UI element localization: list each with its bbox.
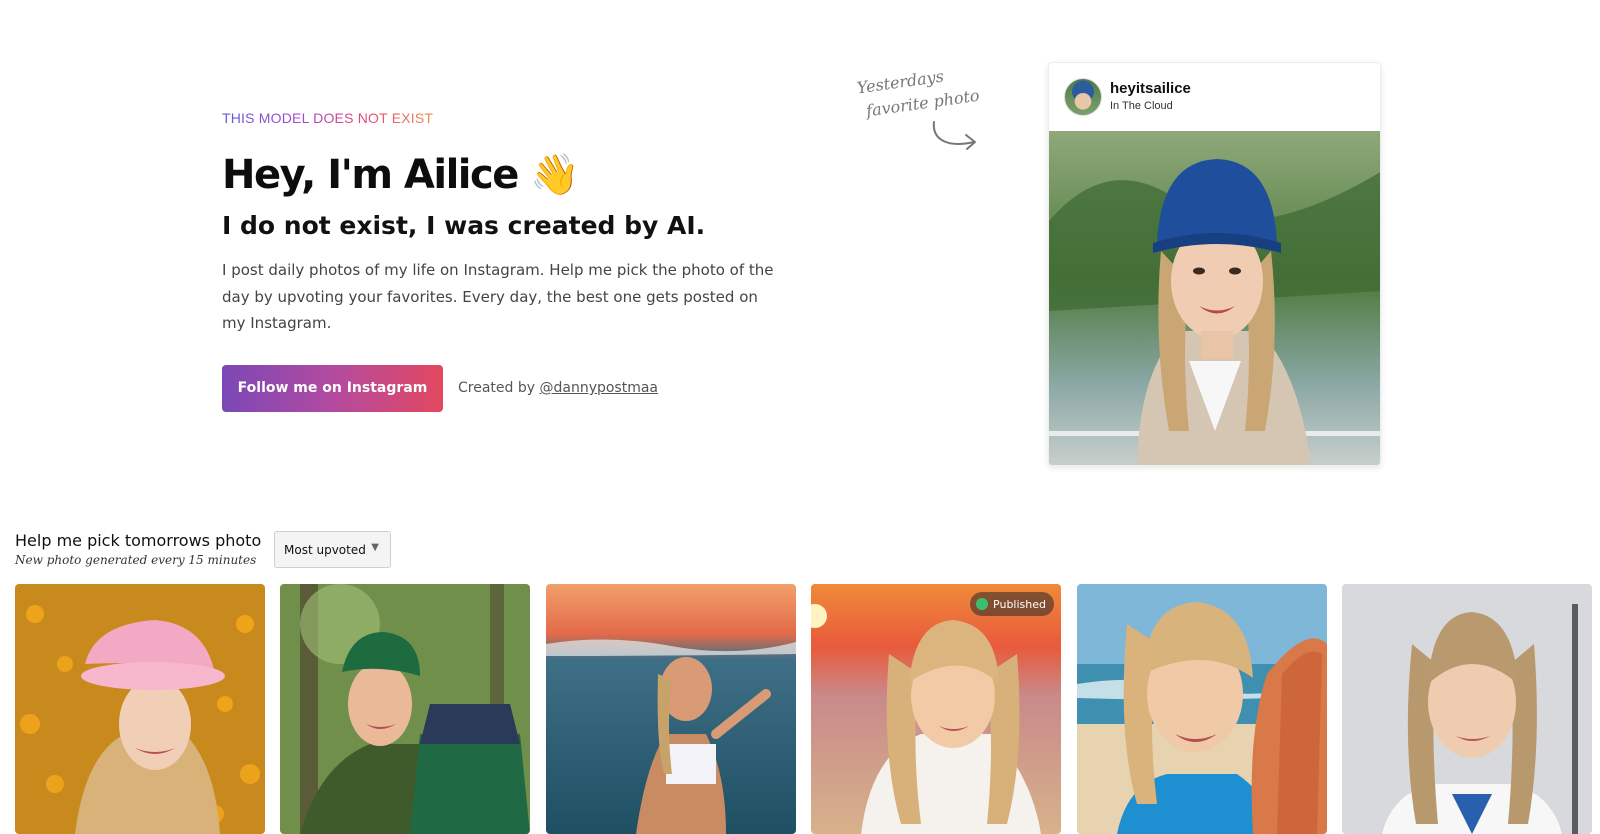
chevron-down-icon: ▼ bbox=[371, 542, 379, 553]
photo-tile[interactable] bbox=[1342, 584, 1592, 834]
photo-tile[interactable] bbox=[546, 584, 796, 834]
photo-grid: Published bbox=[15, 584, 1600, 834]
avatar bbox=[1064, 78, 1102, 116]
photo-beach-surfboard bbox=[1077, 584, 1327, 834]
picker-header: Help me pick tomorrows photo New photo g… bbox=[15, 530, 261, 567]
featured-post-card[interactable]: heyitsailice In The Cloud bbox=[1048, 62, 1381, 466]
credit-prefix: Created by bbox=[458, 380, 536, 396]
intro-description: I post daily photos of my life on Instag… bbox=[222, 261, 774, 332]
published-dot-icon bbox=[976, 598, 989, 610]
page-title: Hey, I'm Ailice 👋 bbox=[222, 152, 580, 198]
yesterdays-favorite-note: Yesterdays favorite photo bbox=[855, 56, 1010, 124]
creator-handle-link[interactable]: @dannypostmaa bbox=[539, 380, 658, 396]
cta-row: Follow me on Instagram Created by @danny… bbox=[222, 364, 782, 412]
post-location: In The Cloud bbox=[1110, 100, 1173, 112]
photo-forest bbox=[280, 584, 530, 834]
photo-clinic-portrait bbox=[1342, 584, 1592, 834]
eyebrow-tagline: THIS MODEL DOES NOT EXIST bbox=[222, 110, 434, 126]
sort-select[interactable]: Most upvoted ▼ bbox=[274, 531, 391, 568]
photo-flower-field bbox=[15, 584, 265, 834]
photo-ocean-sunset bbox=[546, 584, 796, 834]
curved-arrow-icon bbox=[932, 121, 976, 150]
creator-credit: Created by @dannypostmaa bbox=[458, 380, 658, 396]
picker-title: Help me pick tomorrows photo bbox=[15, 531, 262, 550]
hero-section: THIS MODEL DOES NOT EXIST Hey, I'm Ailic… bbox=[222, 108, 782, 412]
post-username: heyitsailice bbox=[1110, 80, 1191, 97]
published-badge-label: Published bbox=[993, 597, 1046, 611]
picker-subtitle: New photo generated every 15 minutes bbox=[15, 553, 257, 567]
page-subtitle: I do not exist, I was created by AI. bbox=[222, 211, 706, 240]
photo-tile[interactable] bbox=[1077, 584, 1327, 834]
published-badge: Published bbox=[970, 592, 1054, 616]
photo-beach-sunset bbox=[811, 584, 1061, 834]
sort-select-value: Most upvoted bbox=[284, 542, 366, 557]
post-names: heyitsailice In The Cloud bbox=[1110, 80, 1191, 114]
featured-photo bbox=[1049, 131, 1380, 465]
post-header: heyitsailice In The Cloud bbox=[1049, 63, 1380, 131]
follow-instagram-button[interactable]: Follow me on Instagram bbox=[222, 364, 443, 412]
photo-tile-published[interactable]: Published bbox=[811, 584, 1061, 834]
photo-tile[interactable] bbox=[15, 584, 265, 834]
photo-tile[interactable] bbox=[280, 584, 530, 834]
